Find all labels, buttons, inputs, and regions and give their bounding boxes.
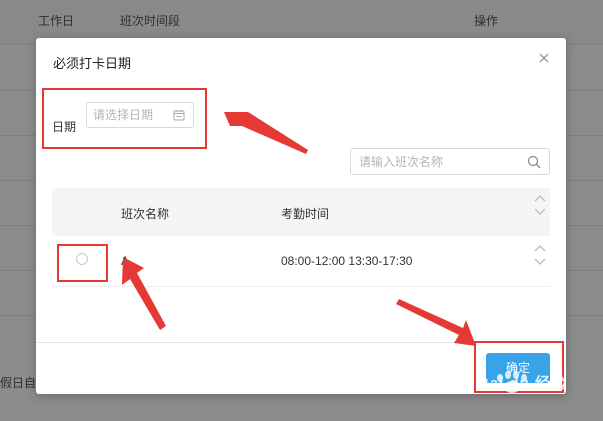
column-header-shift-name: 班次名称 — [121, 207, 170, 221]
chevron-down-icon — [534, 208, 546, 215]
search-icon[interactable] — [527, 155, 541, 169]
dialog-title: 必须打卡日期 — [53, 56, 132, 71]
chevron-down-icon — [534, 258, 546, 265]
shift-search-input[interactable] — [359, 154, 519, 170]
shift-name-cell: A — [121, 254, 130, 268]
chevron-up-icon — [534, 195, 546, 202]
annotation-box-radio — [57, 244, 108, 282]
chevron-up-icon — [534, 245, 546, 252]
table-row[interactable]: A 08:00-12:00 13:30-17:30 — [52, 236, 550, 287]
shift-search-box[interactable] — [350, 148, 550, 175]
row-scroll-arrows[interactable] — [534, 244, 546, 272]
shift-table-header: 班次名称 考勤时间 — [52, 188, 550, 236]
attendance-time-cell: 08:00-12:00 13:30-17:30 — [281, 254, 413, 268]
annotation-box-date — [42, 88, 207, 149]
close-icon[interactable] — [536, 50, 552, 66]
watermark-text: Bai du 经验 — [478, 375, 568, 392]
header-scroll-arrows[interactable] — [534, 194, 546, 222]
column-header-attendance-time: 考勤时间 — [281, 207, 330, 221]
